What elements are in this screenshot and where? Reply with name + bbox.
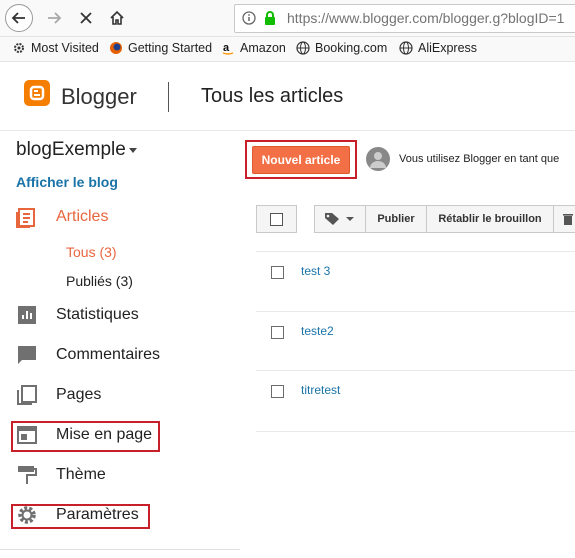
sidebar-item-label: Articles <box>56 208 109 225</box>
globe-icon <box>296 41 310 55</box>
post-checkbox[interactable] <box>271 266 284 279</box>
globe-icon <box>399 41 413 55</box>
trash-icon <box>563 214 573 225</box>
forward-button[interactable] <box>40 4 68 32</box>
blogger-logo-icon[interactable] <box>24 80 50 106</box>
bookmark-label: AliExpress <box>418 41 478 55</box>
post-title-link[interactable]: test 3 <box>301 264 330 278</box>
header-divider <box>168 82 169 112</box>
bookmark-most-visited[interactable]: Most Visited <box>12 41 99 55</box>
info-icon[interactable] <box>242 11 256 25</box>
bookmark-booking[interactable]: Booking.com <box>296 41 387 55</box>
bookmark-label: Getting Started <box>128 41 213 55</box>
app-header: Blogger Tous les articles <box>0 62 575 131</box>
avatar[interactable] <box>366 147 390 171</box>
bookmark-aliexpress[interactable]: AliExpress <box>399 41 477 55</box>
bookmark-amazon[interactable]: a Amazon <box>221 41 286 55</box>
pages-icon <box>17 385 37 405</box>
page-title: Tous les articles <box>201 85 344 107</box>
comment-icon <box>18 346 36 364</box>
back-arrow-icon <box>11 12 25 24</box>
sidebar-item-label: Commentaires <box>56 346 161 363</box>
svg-text:a: a <box>223 42 230 54</box>
bookmark-label: Booking.com <box>315 41 388 55</box>
sidebar-item-commentaires[interactable]: Commentaires <box>16 340 236 370</box>
sidebar-item-label: Pages <box>56 386 102 403</box>
view-blog-link[interactable]: Afficher le blog <box>16 174 118 190</box>
bookmark-label: Most Visited <box>31 41 99 55</box>
bookmark-label: Amazon <box>240 41 286 55</box>
label-dropdown-button[interactable] <box>314 205 366 233</box>
forward-arrow-icon <box>48 12 62 24</box>
chevron-down-icon[interactable] <box>129 148 137 153</box>
sidebar-item-label: Statistiques <box>56 306 139 323</box>
sidebar-sub-item-published[interactable]: Publiés (3) <box>66 273 133 289</box>
url-text: https://www.blogger.com/blogger.g?blogID… <box>287 10 565 26</box>
bookmarks-bar: Most Visited Getting Started a Amazon Bo… <box>0 37 575 62</box>
revert-draft-button[interactable]: Rétablir le brouillon <box>426 205 554 233</box>
home-button[interactable] <box>103 4 131 32</box>
post-checkbox[interactable] <box>271 385 284 398</box>
highlight-box <box>11 421 160 452</box>
post-row[interactable]: titretest <box>256 370 575 432</box>
sidebar-item-articles[interactable]: Articles <box>16 202 236 232</box>
amazon-icon: a <box>222 42 234 55</box>
sidebar-item-theme[interactable]: Thème <box>16 460 236 490</box>
app-name[interactable]: Blogger <box>61 84 137 110</box>
post-checkbox[interactable] <box>271 326 284 339</box>
back-button[interactable] <box>5 4 33 32</box>
firefox-icon <box>110 42 122 54</box>
blog-selector[interactable]: blogExemple <box>16 139 126 161</box>
stats-icon <box>18 306 36 324</box>
lock-icon[interactable] <box>263 10 277 26</box>
sidebar-item-pages[interactable]: Pages <box>16 380 236 410</box>
bookmark-getting-started[interactable]: Getting Started <box>109 41 212 55</box>
sidebar-item-statistiques[interactable]: Statistiques <box>16 300 236 330</box>
select-all-checkbox[interactable] <box>270 212 283 226</box>
post-row[interactable]: test 3 <box>256 251 575 311</box>
articles-icon <box>16 208 35 228</box>
select-all-checkbox-button[interactable] <box>256 205 297 233</box>
theme-icon <box>18 466 37 484</box>
gear-icon <box>14 43 24 53</box>
sidebar-divider <box>0 549 240 550</box>
sidebar-sub-item-all[interactable]: Tous (3) <box>66 244 117 260</box>
post-title-link[interactable]: titretest <box>301 383 340 397</box>
publish-button[interactable]: Publier <box>365 205 427 233</box>
chevron-down-icon <box>346 217 354 221</box>
action-bar: Publier Rétablir le brouillon <box>256 205 575 233</box>
home-icon <box>110 10 124 25</box>
close-icon <box>80 12 92 24</box>
sidebar-item-label: Thème <box>56 466 106 483</box>
browser-toolbar: https://www.blogger.com/blogger.g?blogID… <box>0 0 575 37</box>
url-bar[interactable]: https://www.blogger.com/blogger.g?blogID… <box>234 4 575 33</box>
new-post-button[interactable]: Nouvel article <box>252 146 350 174</box>
post-title-link[interactable]: teste2 <box>301 324 334 338</box>
label-tag-icon <box>325 213 339 225</box>
highlight-box <box>11 504 150 529</box>
post-row[interactable]: teste2 <box>256 311 575 371</box>
stop-button[interactable] <box>72 4 100 32</box>
user-info-text: Vous utilisez Blogger en tant que <box>399 153 560 165</box>
delete-button[interactable] <box>553 205 575 233</box>
